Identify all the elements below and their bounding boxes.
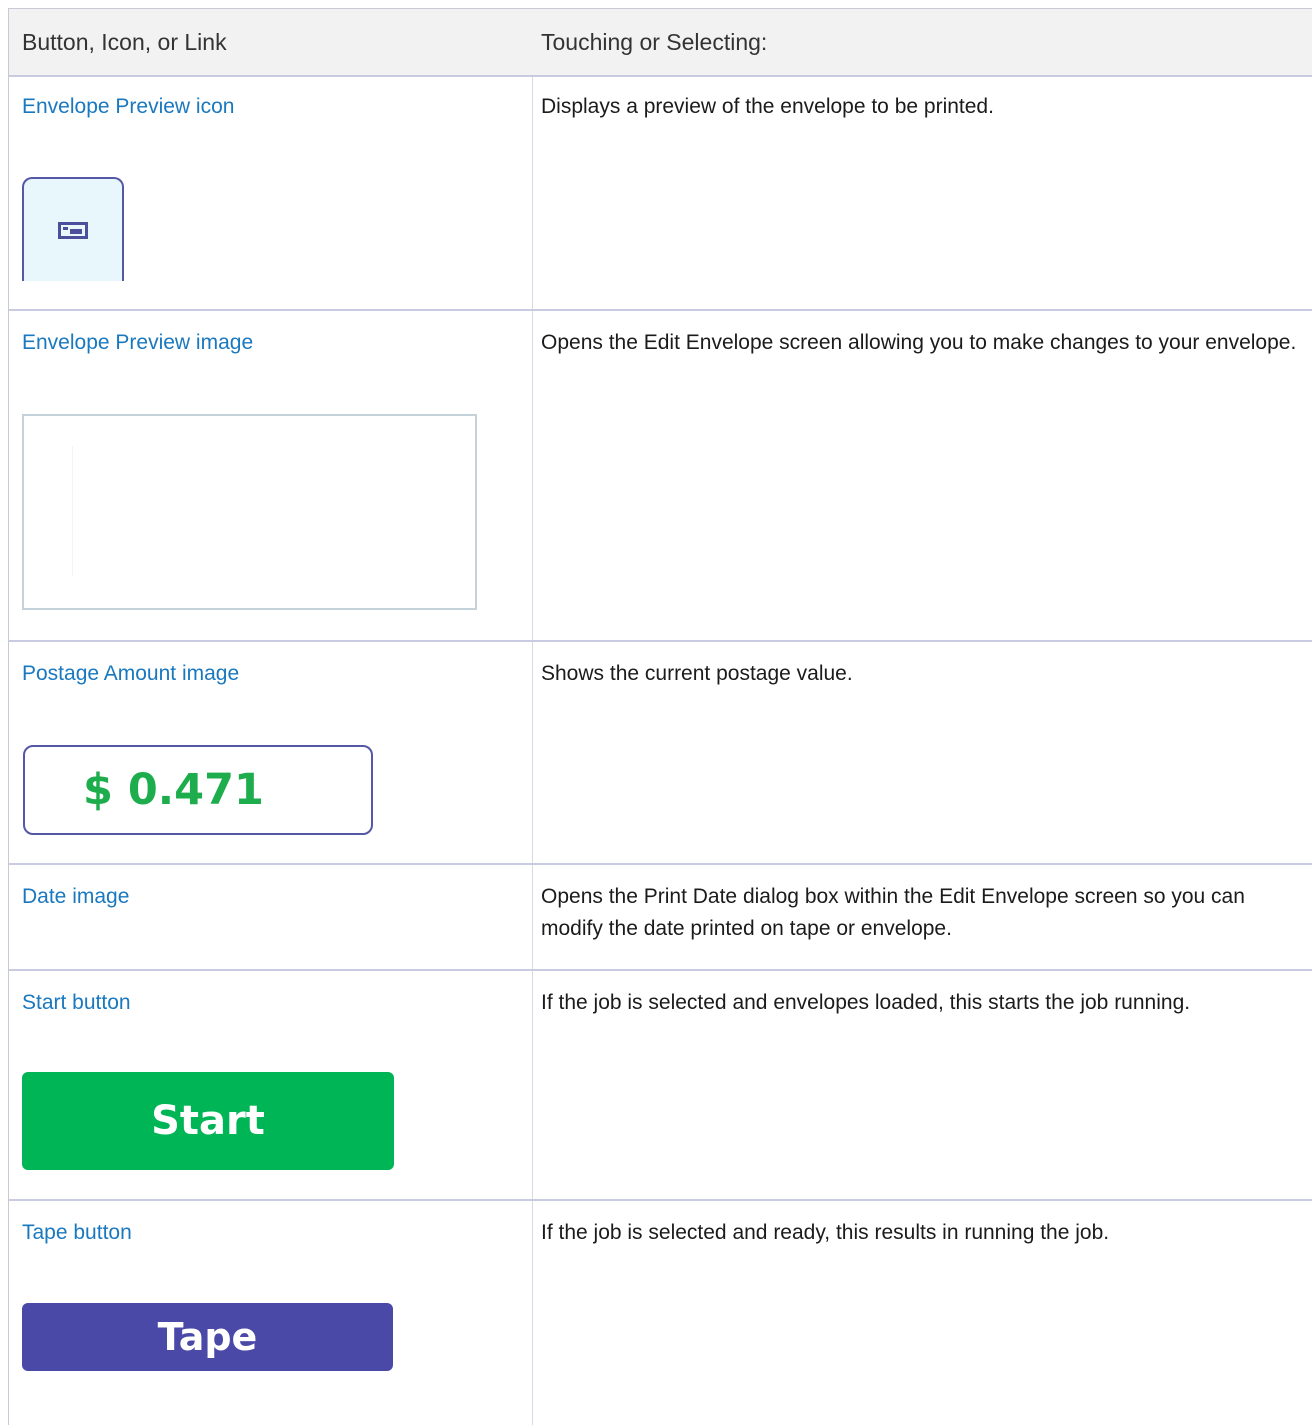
envelope-preview-icon[interactable] xyxy=(22,177,124,281)
term-start-button[interactable]: Start button xyxy=(22,991,131,1015)
column-header-action: Touching or Selecting: xyxy=(541,29,768,55)
table-row: Date image Opens the Print Date dialog b… xyxy=(9,865,1312,971)
term-postage-amount-image[interactable]: Postage Amount image xyxy=(22,662,239,686)
term-date-image[interactable]: Date image xyxy=(22,885,129,909)
postage-amount-display[interactable]: $ 0.471 xyxy=(23,745,373,835)
table-row: Start button If the job is selected and … xyxy=(9,971,1312,1201)
description: Opens the Edit Envelope screen allowing … xyxy=(541,331,1297,354)
term-tape-button[interactable]: Tape button xyxy=(22,1221,132,1245)
description: If the job is selected and ready, this r… xyxy=(541,1221,1110,1244)
start-button[interactable]: Start xyxy=(22,1072,394,1170)
description: If the job is selected and envelopes loa… xyxy=(541,991,1191,1014)
term-envelope-preview-image[interactable]: Envelope Preview image xyxy=(22,331,253,355)
description: Opens the Print Date dialog box within t… xyxy=(541,885,1245,940)
table-header: Button, Icon, or Link Touching or Select… xyxy=(9,9,1312,77)
tape-button[interactable]: Tape xyxy=(22,1303,393,1371)
table-row: Postage Amount image Shows the current p… xyxy=(9,642,1312,865)
envelope-preview-image[interactable] xyxy=(22,414,477,610)
description: Shows the current postage value. xyxy=(541,662,853,685)
reference-table: Button, Icon, or Link Touching or Select… xyxy=(8,8,1312,1425)
column-header-control: Button, Icon, or Link xyxy=(22,29,227,55)
term-envelope-preview-icon[interactable]: Envelope Preview icon xyxy=(22,95,234,119)
envelope-icon xyxy=(58,222,88,239)
table-row: Tape button If the job is selected and r… xyxy=(9,1201,1312,1425)
table-row: Envelope Preview image Opens the Edit En… xyxy=(9,311,1312,642)
table-row: Envelope Preview icon Displays a preview… xyxy=(9,75,1312,311)
description: Displays a preview of the envelope to be… xyxy=(541,95,994,118)
